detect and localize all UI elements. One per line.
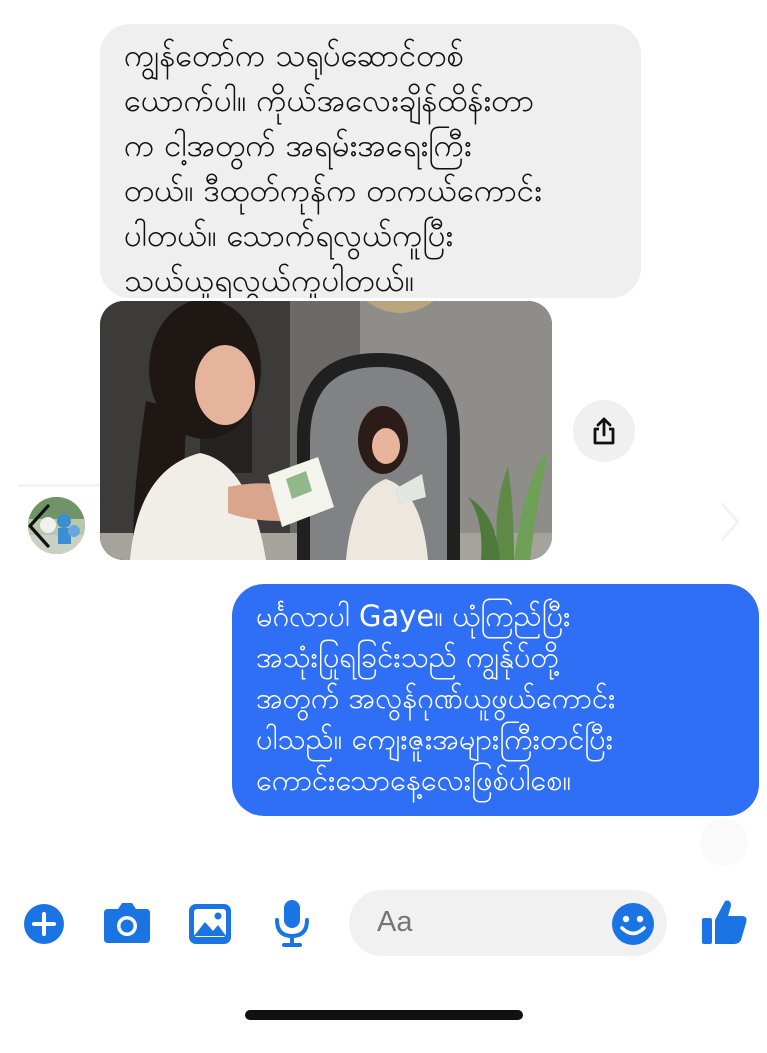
like-button[interactable] <box>700 896 748 946</box>
thumbs-up-icon <box>702 900 747 944</box>
message-input[interactable]: Aa <box>349 890 667 956</box>
gallery-icon <box>189 904 231 944</box>
camera-icon <box>104 903 150 943</box>
received-message-bubble[interactable]: ကျွန်တော်က သရုပ်ဆောင်တစ် ယောက်ပါ။ ကိုယ်အ… <box>100 24 641 298</box>
microphone-icon <box>275 900 309 947</box>
home-indicator <box>245 1010 523 1020</box>
emoji-button[interactable] <box>611 902 655 946</box>
plus-button[interactable] <box>22 902 66 946</box>
divider-line <box>18 484 100 487</box>
gallery-button[interactable] <box>187 902 233 946</box>
share-button[interactable] <box>573 400 635 462</box>
sent-message-bubble[interactable]: မင်္ဂလာပါ Gaye။ ယုံကြည်ပြီး အသုံးပြုရခြင… <box>232 584 759 816</box>
share-icon <box>593 417 615 445</box>
emoji-icon <box>612 903 654 945</box>
input-placeholder: Aa <box>377 906 413 938</box>
next-chevron-icon[interactable] <box>718 500 742 544</box>
camera-button[interactable] <box>102 900 152 946</box>
back-chevron-icon[interactable] <box>22 502 58 550</box>
microphone-button[interactable] <box>272 898 312 948</box>
shared-photo[interactable] <box>100 301 552 560</box>
seen-receipt <box>700 818 748 866</box>
plus-icon <box>24 904 64 944</box>
